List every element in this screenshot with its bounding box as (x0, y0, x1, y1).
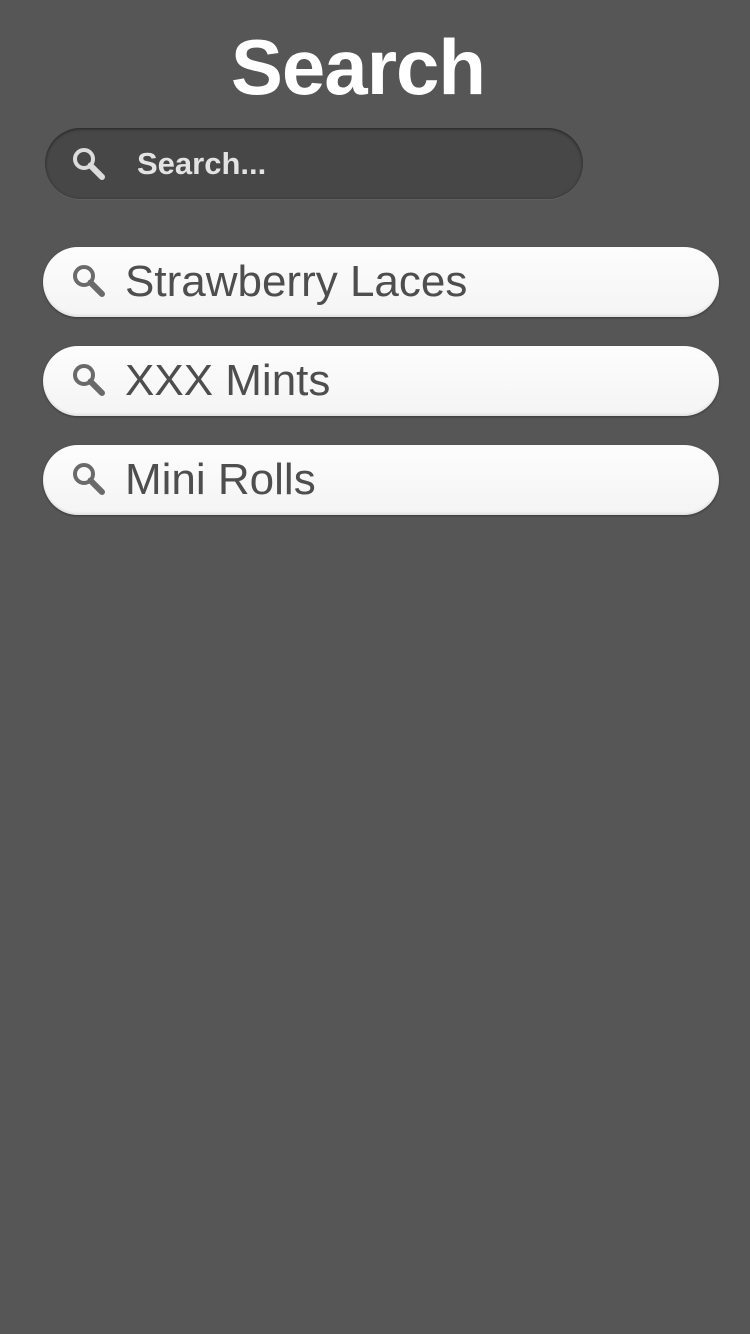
search-result-label: Mini Rolls (125, 455, 316, 504)
search-results-list: Strawberry Laces XXX Mints Mini Rolls (43, 247, 719, 544)
search-icon (73, 463, 105, 495)
search-input[interactable] (137, 128, 557, 199)
search-result-label: Strawberry Laces (125, 257, 468, 306)
page-title: Search (230, 23, 486, 111)
search-result-item[interactable]: Strawberry Laces (43, 247, 719, 317)
search-icon (73, 148, 105, 180)
search-result-label: XXX Mints (125, 356, 331, 405)
search-result-item[interactable]: Mini Rolls (43, 445, 719, 515)
search-bar[interactable] (45, 128, 583, 199)
search-icon (73, 364, 105, 396)
search-result-item[interactable]: XXX Mints (43, 346, 719, 416)
search-icon (73, 265, 105, 297)
